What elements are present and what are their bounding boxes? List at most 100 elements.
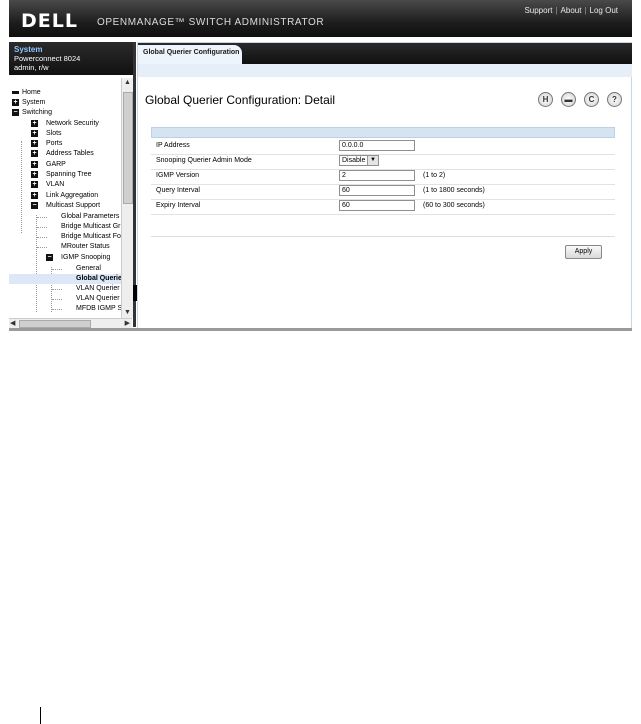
tree-item-label: Slots <box>46 130 62 137</box>
system-model: Powerconnect 8024 <box>14 54 81 63</box>
tree-item-label: MRouter Status <box>61 243 110 250</box>
collapse-icon[interactable]: − <box>46 254 53 261</box>
form-row-expiry-interval: Expiry Interval (60 to 300 seconds) <box>151 199 615 215</box>
tab-bar: Global Querier Configuration <box>138 43 632 64</box>
igmp-version-label: IGMP Version <box>156 172 200 179</box>
apply-button[interactable]: Apply <box>565 245 602 259</box>
tree-item-address-tables[interactable]: + Address Tables <box>9 149 124 159</box>
tab-global-querier-configuration[interactable]: Global Querier Configuration <box>138 45 242 64</box>
tree-item-label: MFDB IGMP Sn <box>76 305 124 312</box>
tree-item-label: Home <box>22 89 41 96</box>
navigation-tree: Home + System − Switching + Network Secu… <box>9 78 124 318</box>
igmp-version-hint: (1 to 2) <box>423 172 446 179</box>
tree-item-vlan-querier[interactable]: VLAN Querier <box>9 284 124 294</box>
tree-item-global-querier[interactable]: Global Querier <box>9 274 124 284</box>
tree-item-label: Link Aggregation <box>46 192 99 199</box>
expiry-interval-label: Expiry Interval <box>156 202 201 209</box>
tree-item-home[interactable]: Home <box>9 88 124 98</box>
tree-item-garp[interactable]: + GARP <box>9 160 124 170</box>
admin-mode-value: Disable <box>342 157 366 164</box>
form-row-query-interval: Query Interval (1 to 1800 seconds) <box>151 184 615 200</box>
tree-item-label: Global Parameters <box>61 213 120 220</box>
form-row-admin-mode: Snooping Querier Admin Mode Disable ▼ <box>151 154 615 170</box>
tree-vertical-scrollbar[interactable]: ▲ ▼ <box>121 78 133 318</box>
expand-icon[interactable]: + <box>31 120 38 127</box>
tree-item-label: Spanning Tree <box>46 171 92 178</box>
tree-item-slots[interactable]: + Slots <box>9 129 124 139</box>
tree-item-switching[interactable]: − Switching <box>9 108 124 118</box>
app-title: OPENMANAGE™ SWITCH ADMINISTRATOR <box>97 17 325 28</box>
refresh-icon[interactable]: C <box>584 92 599 107</box>
collapse-icon[interactable]: − <box>12 109 19 116</box>
tree-item-network-security[interactable]: + Network Security <box>9 119 124 129</box>
tree-item-label: Switching <box>22 109 52 116</box>
expand-icon[interactable]: + <box>12 99 19 106</box>
tree-item-system[interactable]: + System <box>9 98 124 108</box>
chevron-down-icon[interactable]: ▼ <box>367 156 378 165</box>
admin-mode-select[interactable]: Disable ▼ <box>339 155 379 166</box>
tree-item-bridge-multicast-forward[interactable]: Bridge Multicast Fo <box>9 232 124 242</box>
tree-item-igmp-snooping[interactable]: − IGMP Snooping <box>9 253 124 263</box>
tree-item-label: Bridge Multicast Gr <box>61 223 121 230</box>
scroll-up-icon[interactable]: ▲ <box>122 78 133 88</box>
help-icon[interactable]: ? <box>607 92 622 107</box>
scroll-right-icon[interactable]: ▶ <box>125 319 130 328</box>
tree-item-label: Address Tables <box>46 150 94 157</box>
scroll-down-icon[interactable]: ▼ <box>122 308 133 318</box>
tab-subbar <box>138 64 632 77</box>
admin-mode-label: Snooping Querier Admin Mode <box>156 157 252 164</box>
expand-icon[interactable]: + <box>31 140 38 147</box>
expand-icon[interactable]: + <box>31 161 38 168</box>
system-heading[interactable]: System <box>14 45 133 54</box>
expand-icon[interactable]: + <box>31 150 38 157</box>
logout-link[interactable]: Log Out <box>590 6 618 15</box>
expiry-interval-hint: (60 to 300 seconds) <box>423 202 485 209</box>
tree-item-label: Ports <box>46 140 63 147</box>
igmp-version-field[interactable] <box>339 170 415 181</box>
tree-item-vlan[interactable]: + VLAN <box>9 180 124 190</box>
tree-item-multicast-support[interactable]: − Multicast Support <box>9 201 124 211</box>
query-interval-field[interactable] <box>339 185 415 196</box>
tree-item-vlan-querier-status[interactable]: VLAN Querier S <box>9 294 124 304</box>
scroll-left-icon[interactable]: ◀ <box>10 319 15 328</box>
tree-item-label: IGMP Snooping <box>61 254 111 261</box>
expand-icon[interactable]: + <box>31 130 38 137</box>
about-link[interactable]: About <box>561 6 582 15</box>
tree-item-spanning-tree[interactable]: + Spanning Tree <box>9 170 124 180</box>
tree-item-label: Bridge Multicast Fo <box>61 233 121 240</box>
tree-item-bridge-multicast-group[interactable]: Bridge Multicast Gr <box>9 222 124 232</box>
expand-icon[interactable]: + <box>31 181 38 188</box>
link-separator: | <box>555 6 558 15</box>
tree-item-label: VLAN <box>46 181 65 188</box>
form-row-ip-address: IP Address <box>151 139 615 155</box>
tree-item-global-parameters[interactable]: Global Parameters <box>9 212 124 222</box>
ip-address-field[interactable] <box>339 140 415 151</box>
system-user: admin, r/w <box>14 63 49 72</box>
query-interval-label: Query Interval <box>156 187 200 194</box>
collapse-icon[interactable]: − <box>31 202 38 209</box>
tree-item-label: VLAN Querier S <box>76 295 124 302</box>
scrollbar-thumb[interactable] <box>19 320 91 328</box>
app-header: DELL OPENMANAGE™ SWITCH ADMINISTRATOR Su… <box>9 0 632 37</box>
tree-item-mfdb-igmp[interactable]: MFDB IGMP Sn <box>9 304 124 314</box>
form-row-igmp-version: IGMP Version (1 to 2) <box>151 169 615 185</box>
support-link[interactable]: Support <box>524 6 552 15</box>
ip-address-label: IP Address <box>156 142 190 149</box>
form-header <box>151 127 615 138</box>
tree-item-ports[interactable]: + Ports <box>9 139 124 149</box>
system-info-panel: System Powerconnect 8024 admin, r/w <box>9 42 133 75</box>
tree-item-link-aggregation[interactable]: + Link Aggregation <box>9 191 124 201</box>
tree-item-label: System <box>22 99 46 106</box>
dell-logo: DELL <box>21 10 78 32</box>
scrollbar-thumb[interactable] <box>123 92 133 204</box>
tree-item-mrouter-status[interactable]: MRouter Status <box>9 242 124 252</box>
expiry-interval-field[interactable] <box>339 200 415 211</box>
expand-icon[interactable]: + <box>31 171 38 178</box>
print-icon[interactable]: ▬ <box>561 92 576 107</box>
save-icon[interactable]: H <box>538 92 553 107</box>
tree-horizontal-scrollbar[interactable]: ◀ ▶ <box>9 318 132 328</box>
page-margin-mark <box>40 707 41 724</box>
tree-item-general[interactable]: General <box>9 264 124 274</box>
expand-icon[interactable]: + <box>31 192 38 199</box>
tree-item-label: General <box>76 265 101 272</box>
